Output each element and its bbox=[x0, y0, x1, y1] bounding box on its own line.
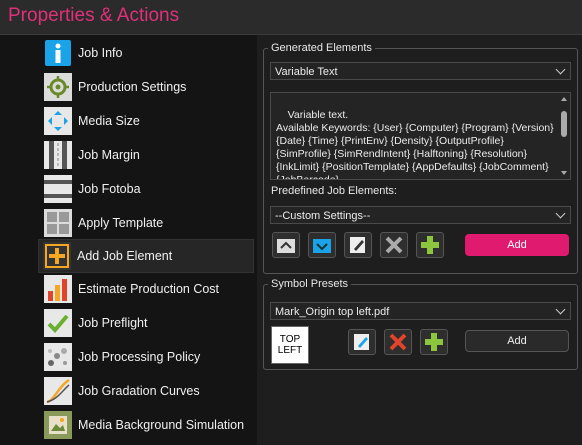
sidebar: Job Info Production Settings Media Size … bbox=[0, 35, 257, 445]
predefined-select[interactable]: --Custom Settings-- bbox=[270, 206, 571, 224]
sidebar-item-job-gradation-curves[interactable]: Job Gradation Curves bbox=[40, 375, 250, 407]
edit-element-button[interactable] bbox=[344, 232, 372, 258]
load-element-button[interactable] bbox=[272, 232, 300, 258]
gear-icon bbox=[44, 73, 72, 101]
save-element-button[interactable] bbox=[308, 232, 336, 258]
sidebar-item-label: Job Fotoba bbox=[78, 182, 141, 196]
curves-icon bbox=[44, 377, 72, 405]
sidebar-item-label: Add Job Element bbox=[77, 249, 173, 263]
delete-symbol-button[interactable] bbox=[384, 329, 412, 355]
sidebar-item-job-margin[interactable]: Job Margin bbox=[40, 139, 250, 171]
edit-symbol-button[interactable] bbox=[348, 329, 376, 355]
sidebar-item-label: Estimate Production Cost bbox=[78, 282, 220, 296]
predefined-label: Predefined Job Elements: bbox=[271, 185, 397, 197]
plus-icon bbox=[421, 236, 439, 254]
sidebar-item-label: Job Gradation Curves bbox=[78, 384, 200, 398]
folder-up-icon bbox=[277, 239, 295, 253]
delete-x-icon bbox=[389, 333, 407, 351]
title-bar: Properties & Actions bbox=[0, 0, 582, 35]
cost-chart-icon bbox=[44, 275, 72, 303]
sidebar-item-media-background-simulation[interactable]: Media Background Simulation bbox=[40, 409, 250, 441]
sidebar-item-job-processing-policy[interactable]: Job Processing Policy bbox=[40, 341, 250, 373]
sidebar-item-label: Job Info bbox=[78, 46, 123, 60]
edit-pencil-icon bbox=[350, 237, 365, 253]
add-button-label: Add bbox=[507, 239, 527, 251]
sidebar-item-label: Production Settings bbox=[78, 80, 187, 94]
template-grid-icon bbox=[44, 209, 72, 237]
text-scrollbar[interactable] bbox=[560, 95, 568, 177]
element-type-value: Variable Text bbox=[275, 66, 338, 78]
sidebar-item-production-settings[interactable]: Production Settings bbox=[40, 71, 250, 103]
sidebar-item-job-info[interactable]: Job Info bbox=[40, 37, 250, 69]
plus-icon bbox=[425, 333, 443, 351]
sidebar-item-label: Media Size bbox=[78, 114, 140, 128]
chevron-down-icon bbox=[555, 304, 566, 315]
info-icon bbox=[44, 39, 72, 67]
predefined-value: --Custom Settings-- bbox=[275, 210, 371, 222]
chevron-down-icon bbox=[555, 208, 566, 219]
sidebar-item-estimate-production-cost[interactable]: Estimate Production Cost bbox=[40, 273, 250, 305]
edit-pencil-icon bbox=[354, 334, 369, 350]
add-button-label: Add bbox=[507, 335, 527, 347]
symbol-preset-select[interactable]: Mark_Origin top left.pdf bbox=[270, 302, 571, 320]
scroll-up-arrow-icon[interactable] bbox=[561, 97, 567, 101]
policy-dots-icon bbox=[44, 343, 72, 371]
symbol-presets-group: Symbol Presets bbox=[263, 278, 578, 370]
element-type-select[interactable]: Variable Text bbox=[270, 62, 571, 80]
symbol-preview-line2: LEFT bbox=[277, 345, 303, 356]
fotoba-icon bbox=[44, 175, 72, 203]
scroll-down-arrow-icon[interactable] bbox=[561, 171, 567, 175]
add-element-plus-button[interactable] bbox=[416, 232, 444, 258]
add-element-icon bbox=[43, 242, 71, 270]
sidebar-item-label: Job Processing Policy bbox=[78, 350, 201, 364]
sidebar-item-label: Job Preflight bbox=[78, 316, 148, 330]
margin-icon bbox=[44, 141, 72, 169]
background-image-icon bbox=[44, 411, 72, 439]
variable-text-area[interactable]: Variable text. Available Keywords: {User… bbox=[270, 92, 571, 180]
sidebar-item-job-preflight[interactable]: Job Preflight bbox=[40, 307, 250, 339]
chevron-down-icon bbox=[555, 64, 566, 75]
media-size-icon bbox=[44, 107, 72, 135]
add-symbol-plus-button[interactable] bbox=[420, 329, 448, 355]
symbol-preview: TOP LEFT bbox=[271, 326, 309, 364]
panel-title: Properties & Actions bbox=[8, 5, 180, 26]
sidebar-item-media-size[interactable]: Media Size bbox=[40, 105, 250, 137]
sidebar-item-apply-template[interactable]: Apply Template bbox=[40, 207, 250, 239]
delete-x-icon bbox=[385, 236, 403, 254]
symbol-presets-legend: Symbol Presets bbox=[271, 278, 349, 290]
add-symbol-button[interactable]: Add bbox=[465, 330, 569, 352]
sidebar-item-label: Job Margin bbox=[78, 148, 140, 162]
add-generated-element-button[interactable]: Add bbox=[465, 234, 569, 256]
sidebar-item-label: Media Background Simulation bbox=[78, 418, 245, 432]
symbol-preview-line1: TOP bbox=[279, 334, 301, 345]
checkmark-icon bbox=[44, 309, 72, 337]
sidebar-item-label: Apply Template bbox=[78, 216, 164, 230]
symbol-preset-value: Mark_Origin top left.pdf bbox=[275, 306, 390, 318]
actions-panel: Generated Elements Variable Text Variabl… bbox=[257, 35, 582, 445]
generated-elements-legend: Generated Elements bbox=[271, 42, 372, 54]
folder-down-icon bbox=[313, 239, 331, 253]
variable-text-content: Variable text. Available Keywords: {User… bbox=[276, 109, 554, 180]
sidebar-item-add-job-element[interactable]: Add Job Element bbox=[38, 239, 254, 273]
scroll-thumb[interactable] bbox=[561, 111, 567, 137]
delete-element-button[interactable] bbox=[380, 232, 408, 258]
sidebar-item-job-fotoba[interactable]: Job Fotoba bbox=[40, 173, 250, 205]
